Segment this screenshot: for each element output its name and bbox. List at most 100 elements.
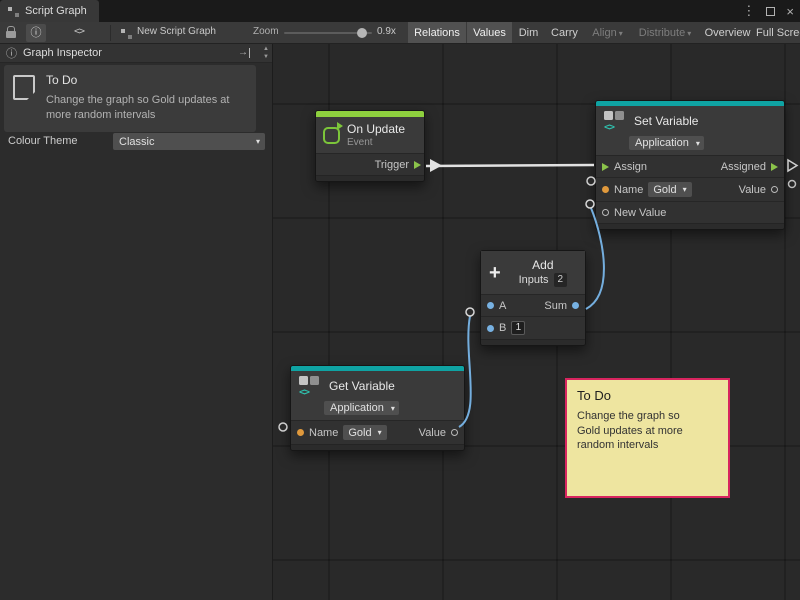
- node-title: Add: [532, 258, 553, 272]
- variable-scope-dropdown[interactable]: Application ▾: [324, 401, 399, 415]
- chevron-down-icon: ▾: [256, 137, 260, 146]
- dropdown-value: Gold: [653, 184, 676, 196]
- dock-arrow-icon: →: [238, 47, 248, 58]
- more-menu-button[interactable]: ⋮: [742, 3, 755, 19]
- port-row: Trigger: [316, 153, 424, 175]
- variable-scope-dropdown[interactable]: Application ▾: [629, 136, 704, 150]
- node-title: Get Variable: [329, 379, 395, 393]
- node-on-update[interactable]: On Update Event Trigger: [315, 110, 425, 182]
- toolbar-button-distribute[interactable]: Distribute▾: [631, 22, 699, 44]
- port-label-new-value: New Value: [614, 207, 666, 219]
- on-update-icon: [323, 127, 340, 144]
- info-toggle-button[interactable]: ⓘ: [26, 24, 46, 42]
- node-title: Set Variable: [634, 114, 698, 128]
- button-label: Dim: [519, 27, 539, 39]
- add-icon: +: [489, 263, 501, 283]
- scroll-down-icon[interactable]: ▼: [263, 54, 269, 60]
- tab-script-graph[interactable]: Script Graph: [0, 0, 99, 22]
- dropdown-value: Classic: [119, 136, 154, 148]
- button-label: Carry: [551, 27, 578, 39]
- button-label: Values: [473, 27, 506, 39]
- window-controls: ⋮ ×: [742, 0, 794, 22]
- new-script-graph-button[interactable]: New Script Graph: [137, 26, 216, 37]
- variable-name-dropdown[interactable]: Gold ▾: [343, 425, 386, 440]
- toolbar-button-dim[interactable]: Dim: [513, 22, 544, 44]
- scroll-up-icon[interactable]: ▲: [263, 46, 269, 52]
- input-a-port[interactable]: [487, 302, 494, 309]
- dropdown-value: Application: [330, 402, 384, 414]
- button-label: Distribute: [639, 27, 685, 39]
- zoom-label: Zoom: [253, 26, 279, 37]
- sticky-note-icon: [13, 75, 35, 100]
- port-label-name: Name: [309, 427, 338, 439]
- inputs-count-badge[interactable]: 2: [554, 273, 568, 287]
- close-button[interactable]: ×: [786, 4, 794, 19]
- chevron-down-icon: ▾: [378, 428, 382, 437]
- sum-output-port[interactable]: [572, 302, 579, 309]
- maximize-icon: [766, 7, 775, 16]
- todo-title: To Do: [46, 73, 248, 87]
- toolbar-button-carry[interactable]: Carry: [545, 22, 584, 44]
- toolbar-button-relations[interactable]: Relations: [408, 22, 466, 44]
- toolbar-button-values[interactable]: Values: [467, 22, 512, 44]
- dock-icon[interactable]: →: [238, 48, 250, 58]
- port-row: Name Gold ▾ Value: [596, 177, 784, 201]
- zoom-slider-handle[interactable]: [357, 28, 367, 38]
- todo-body: Change the graph so Gold updates at more…: [46, 93, 248, 123]
- node-set-variable[interactable]: <> Set Variable Application ▾ Assign Ass…: [595, 100, 785, 230]
- chevron-down-icon: ▾: [683, 185, 687, 194]
- new-graph-icon: [121, 28, 132, 39]
- port-label-b: B: [499, 322, 506, 334]
- chevron-down-icon: ▾: [687, 29, 691, 38]
- chevron-down-icon: ▾: [619, 29, 623, 38]
- code-glyph: <>: [299, 387, 309, 398]
- value-output-port[interactable]: [451, 429, 458, 436]
- colour-theme-dropdown[interactable]: Classic ▾: [113, 133, 265, 150]
- graph-toolbar: ⓘ <> New Script Graph Zoom 0.9x Relation…: [0, 22, 800, 44]
- node-header: + Add Inputs 2: [481, 251, 585, 294]
- toolbar-button-fullscreen[interactable]: Full Screen: [756, 22, 800, 44]
- variable-name-dropdown[interactable]: Gold ▾: [648, 182, 691, 197]
- window-tab-bar: Script Graph ⋮ ×: [0, 0, 800, 22]
- variable-icon: <>: [603, 111, 627, 131]
- toolbar-button-overview[interactable]: Overview: [700, 22, 755, 44]
- tab-label: Script Graph: [25, 5, 87, 17]
- node-footer: [316, 175, 424, 181]
- input-b-value-field[interactable]: 1: [511, 321, 525, 335]
- toolbar-separator: [110, 25, 111, 41]
- node-footer: [596, 223, 784, 229]
- colour-theme-label: Colour Theme: [8, 135, 78, 147]
- node-header: On Update Event: [316, 117, 424, 153]
- value-output-port[interactable]: [771, 186, 778, 193]
- name-input-port[interactable]: [297, 429, 304, 436]
- inspector-todo-note: To Do Change the graph so Gold updates a…: [4, 65, 256, 132]
- assigned-output-port[interactable]: [771, 163, 778, 171]
- name-input-port[interactable]: [602, 186, 609, 193]
- port-row: A Sum: [481, 294, 585, 316]
- node-get-variable[interactable]: <> Get Variable Application ▾ Name Gold …: [290, 365, 465, 451]
- new-value-input-port[interactable]: [602, 209, 609, 216]
- port-label-trigger: Trigger: [375, 159, 409, 171]
- dropdown-value: Application: [635, 137, 689, 149]
- toolbar-button-align[interactable]: Align▾: [585, 22, 630, 44]
- node-title: On Update: [347, 122, 405, 136]
- colour-theme-row: Colour Theme Classic ▾: [0, 132, 272, 152]
- canvas-sticky-note[interactable]: To Do Change the graph so Gold updates a…: [565, 378, 730, 498]
- port-label-sum: Sum: [544, 300, 567, 312]
- port-label-name: Name: [614, 184, 643, 196]
- node-header: <> Get Variable Application ▾: [291, 371, 464, 420]
- button-label: Align: [592, 27, 616, 39]
- input-b-port[interactable]: [487, 325, 494, 332]
- trigger-output-port[interactable]: [414, 161, 421, 169]
- maximize-button[interactable]: [766, 4, 775, 19]
- port-label-value: Value: [419, 427, 446, 439]
- assign-input-port[interactable]: [602, 163, 609, 171]
- node-add[interactable]: + Add Inputs 2 A Sum B 1: [480, 250, 586, 346]
- script-graph-icon: [8, 6, 19, 17]
- node-header: <> Set Variable Application ▾: [596, 106, 784, 155]
- lock-icon[interactable]: [6, 31, 16, 38]
- zoom-value: 0.9x: [377, 26, 396, 37]
- code-view-button[interactable]: <>: [74, 26, 84, 37]
- port-row: B 1: [481, 316, 585, 339]
- port-label-value: Value: [739, 184, 766, 196]
